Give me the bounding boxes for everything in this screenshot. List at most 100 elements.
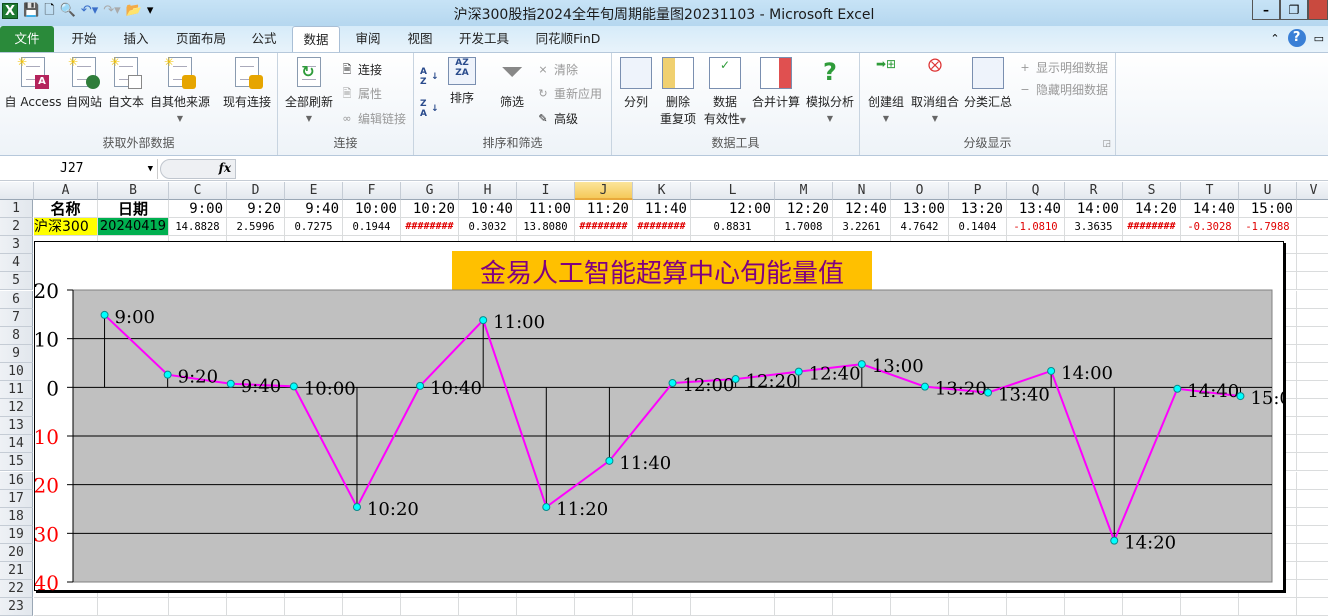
cell[interactable]	[1297, 236, 1328, 255]
cell[interactable]	[1297, 309, 1328, 327]
sort-ascending-button[interactable]: A Z ↓	[420, 67, 439, 87]
cell-a2-name[interactable]: 沪深300	[34, 218, 98, 236]
column-header-j[interactable]: J	[575, 182, 633, 200]
sort-descending-button[interactable]: Z A ↓	[420, 99, 439, 119]
select-all-corner[interactable]	[0, 182, 34, 200]
filter-button[interactable]: ⏷ 筛选	[494, 57, 530, 110]
column-header-k[interactable]: K	[633, 182, 691, 200]
cell-time-header[interactable]: 13:40	[1007, 200, 1065, 218]
cell-time-header[interactable]: 12:00	[691, 200, 775, 218]
cell[interactable]	[1065, 598, 1123, 616]
edit-links-button[interactable]: ∞ 编辑链接	[340, 110, 406, 127]
row-header-16[interactable]: 16	[0, 471, 33, 490]
cell[interactable]	[459, 598, 517, 616]
text-to-columns-button[interactable]: 分列	[618, 57, 654, 110]
remove-duplicates-button[interactable]: 删除 重复项	[658, 57, 698, 127]
column-header-o[interactable]: O	[891, 182, 949, 200]
column-header-u[interactable]: U	[1239, 182, 1297, 200]
cell-value[interactable]: -0.3028	[1181, 218, 1239, 236]
cell[interactable]	[1297, 363, 1328, 381]
column-header-h[interactable]: H	[459, 182, 517, 200]
what-if-analysis-button[interactable]: ? 模拟分析 ▼	[804, 57, 856, 124]
row-header-20[interactable]: 20	[0, 543, 33, 562]
row-header-1[interactable]: 1	[0, 200, 33, 218]
cell-b1-date-header[interactable]: 日期	[98, 200, 169, 218]
tab-review[interactable]: 审阅	[346, 26, 390, 52]
cell-value[interactable]: 4.7642	[891, 218, 949, 236]
tab-view[interactable]: 视图	[398, 26, 442, 52]
reapply-button[interactable]: ↻ 重新应用	[536, 85, 602, 102]
restore-button[interactable]: ❐	[1280, 0, 1308, 20]
cell[interactable]	[285, 598, 343, 616]
cell[interactable]	[343, 598, 401, 616]
group-button[interactable]: ➡⊞ 创建组 ▼	[864, 57, 908, 124]
cell[interactable]	[949, 598, 1007, 616]
clear-filter-button[interactable]: ⨯ 清除	[536, 61, 578, 78]
tab-page-layout[interactable]: 页面布局	[168, 26, 234, 52]
cell-b2-date[interactable]: 20240419	[98, 218, 169, 236]
cell[interactable]	[1297, 254, 1328, 273]
row-header-6[interactable]: 6	[0, 290, 33, 309]
minimize-button[interactable]: –	[1252, 0, 1280, 20]
cell[interactable]	[227, 598, 285, 616]
cell[interactable]	[891, 598, 949, 616]
column-header-n[interactable]: N	[833, 182, 891, 200]
ungroup-button[interactable]: ⨂ 取消组合 ▼	[910, 57, 960, 124]
minimize-ribbon-icon[interactable]: ⌃	[1270, 32, 1279, 45]
cell[interactable]	[169, 598, 227, 616]
row-header-9[interactable]: 9	[0, 344, 33, 363]
cell[interactable]	[1297, 291, 1328, 309]
cell-time-header[interactable]: 11:00	[517, 200, 575, 218]
insert-function-icon[interactable]: fx	[219, 161, 231, 175]
cell[interactable]	[833, 598, 891, 616]
cell-time-header[interactable]: 13:00	[891, 200, 949, 218]
close-button[interactable]	[1308, 0, 1328, 20]
from-web-button[interactable]: ✳ 自网站	[64, 55, 104, 110]
cell[interactable]	[1297, 327, 1328, 345]
tab-insert[interactable]: 插入	[114, 26, 158, 52]
column-header-r[interactable]: R	[1065, 182, 1123, 200]
tab-home[interactable]: 开始	[62, 26, 106, 52]
row-header-12[interactable]: 12	[0, 399, 33, 418]
sort-button[interactable]: AZ ZA 排序	[444, 57, 480, 106]
cell[interactable]	[1297, 472, 1328, 490]
cell-value[interactable]: -1.0810	[1007, 218, 1065, 236]
row-header-21[interactable]: 21	[0, 562, 33, 580]
row-header-17[interactable]: 17	[0, 489, 33, 508]
from-text-button[interactable]: ✳ 自文本	[106, 55, 146, 110]
from-access-button[interactable]: ✳ A 自 Access	[4, 55, 62, 110]
cell[interactable]	[1297, 272, 1328, 291]
cell-time-header[interactable]: 10:40	[459, 200, 517, 218]
tab-file[interactable]: 文件	[0, 26, 54, 52]
row-header-22[interactable]: 22	[0, 580, 33, 599]
name-box-dropdown-icon[interactable]: ▼	[148, 159, 153, 179]
hide-detail-button[interactable]: − 隐藏明细数据	[1018, 81, 1108, 98]
cell[interactable]	[1297, 218, 1328, 237]
cell-time-header[interactable]: 10:20	[401, 200, 459, 218]
show-detail-button[interactable]: + 显示明细数据	[1018, 59, 1108, 76]
chart[interactable]: 金易人工智能超算中心旬能量值 20 10 0 10 20 30 40 9:00 9:20 9:40 1…	[34, 241, 1285, 592]
row-header-23[interactable]: 23	[0, 598, 33, 616]
cell[interactable]	[1181, 598, 1239, 616]
column-header-p[interactable]: P	[949, 182, 1007, 200]
row-header-2[interactable]: 2	[0, 218, 33, 237]
cell-time-header[interactable]: 11:20	[575, 200, 633, 218]
column-header-f[interactable]: F	[343, 182, 401, 200]
cell-time-header[interactable]: 12:40	[833, 200, 891, 218]
help-icon[interactable]: ?	[1287, 29, 1306, 47]
cell-time-header[interactable]: 13:20	[949, 200, 1007, 218]
cell[interactable]	[633, 598, 691, 616]
existing-connections-button[interactable]: 现有连接	[220, 57, 274, 110]
cell[interactable]	[691, 598, 775, 616]
consolidate-button[interactable]: 合并计算	[750, 57, 802, 110]
formula-input[interactable]	[237, 159, 1328, 179]
cell-value[interactable]: 14.8828	[169, 218, 227, 236]
cell[interactable]	[1297, 435, 1328, 454]
row-header-5[interactable]: 5	[0, 272, 33, 291]
row-header-18[interactable]: 18	[0, 507, 33, 526]
cell-value[interactable]: 0.1944	[343, 218, 401, 236]
cell-value[interactable]: ########	[401, 218, 459, 236]
column-header-b[interactable]: B	[98, 182, 169, 200]
cell-time-header[interactable]: 9:00	[169, 200, 227, 218]
row-header-10[interactable]: 10	[0, 362, 33, 381]
